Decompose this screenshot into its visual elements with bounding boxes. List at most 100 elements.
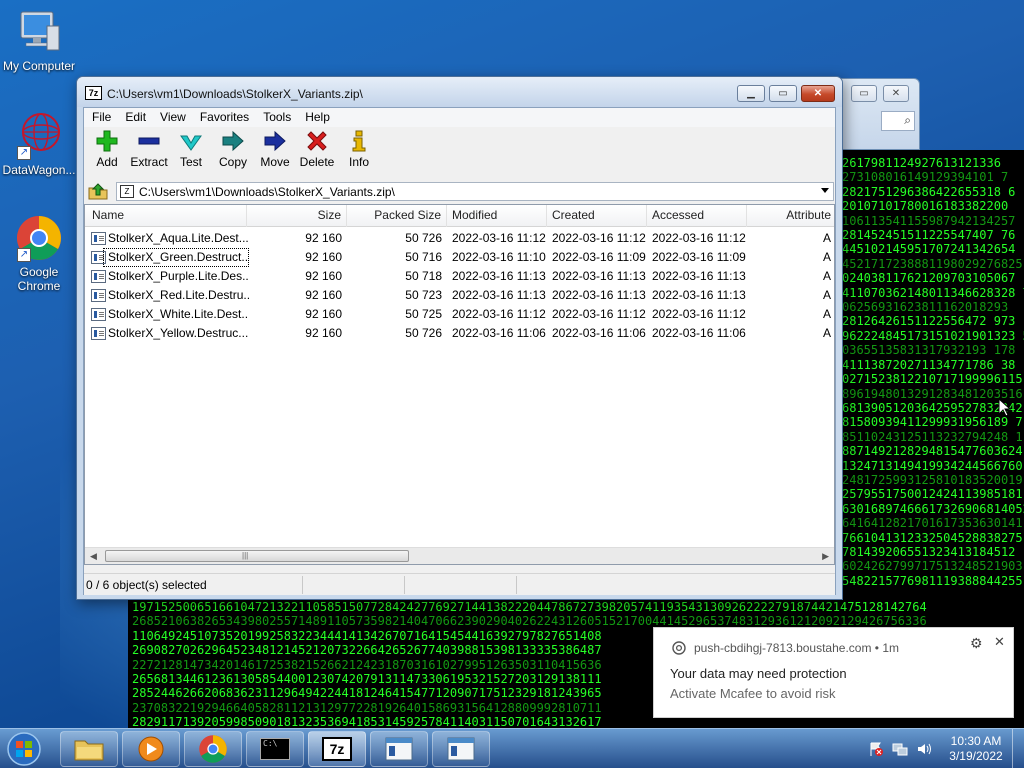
file-created: 2022-03-16 11:13 [552, 288, 646, 302]
info-button[interactable]: Info [338, 127, 380, 177]
col-accessed[interactable]: Accessed [647, 205, 747, 227]
window-title: C:\Users\vm1\Downloads\StolkerX_Variants… [107, 87, 363, 101]
matrix-line: 03655135831317932193 178 [842, 343, 1016, 358]
show-desktop-button[interactable] [1012, 729, 1024, 768]
gear-icon[interactable]: ⚙ [970, 635, 983, 652]
scroll-left-icon[interactable]: ◀ [90, 551, 97, 562]
notification-source: push-cbdihgj-7813.boustahe.com • 1m [694, 641, 899, 655]
start-button[interactable] [4, 731, 48, 767]
computer-icon [15, 8, 63, 56]
menu-view[interactable]: View [154, 108, 194, 127]
test-label: Test [179, 155, 202, 169]
extract-button[interactable]: Extract [128, 127, 170, 177]
close-icon[interactable]: ✕ [994, 634, 1005, 650]
status-divider [302, 576, 303, 594]
bg-restore-button[interactable]: ▭ [851, 85, 877, 102]
scroll-right-icon[interactable]: ▶ [822, 551, 829, 562]
file-accessed: 2022-03-16 11:13 [652, 269, 746, 283]
matrix-line: 63016897466617326906814052 [842, 501, 1024, 516]
close-button[interactable]: ✕ [801, 85, 835, 102]
table-row[interactable]: StolkerX_Yellow.Destruc... 92 160 50 726… [85, 324, 834, 343]
bg-close-button[interactable]: ✕ [883, 85, 909, 102]
menu-tools[interactable]: Tools [257, 108, 299, 127]
horizontal-scrollbar[interactable]: ◀ ||| ▶ [85, 547, 834, 564]
file-created: 2022-03-16 11:13 [552, 269, 646, 283]
address-path: C:\Users\vm1\Downloads\StolkerX_Variants… [139, 185, 395, 199]
matrix-line: 6416412821701617353630141 [842, 516, 1023, 531]
taskbar-explorer[interactable] [60, 731, 118, 767]
taskbar-cmd[interactable]: C:\ [246, 731, 304, 767]
matrix-line: 445102145951707241342654 [842, 242, 1016, 257]
extract-label: Extract [130, 155, 168, 169]
col-size[interactable]: Size [247, 205, 347, 227]
taskbar-media-player[interactable] [122, 731, 180, 767]
matrix-line: 411138720271134771786 38 [842, 357, 1016, 372]
col-modified[interactable]: Modified [447, 205, 547, 227]
x-icon [307, 131, 327, 151]
test-button[interactable]: Test [170, 127, 212, 177]
up-folder-button[interactable] [87, 181, 109, 201]
file-modified: 2022-03-16 11:10 [452, 250, 546, 264]
col-packed-size[interactable]: Packed Size [347, 205, 447, 227]
network-icon[interactable] [892, 741, 908, 757]
delete-button[interactable]: Delete [296, 127, 338, 177]
scroll-thumb[interactable]: ||| [105, 550, 409, 562]
table-row[interactable]: StolkerX_Green.Destruct... 92 160 50 716… [85, 248, 834, 267]
matrix-line: 20107101780016183382200 [842, 199, 1009, 214]
table-row[interactable]: StolkerX_Aqua.Lite.Dest... 92 160 50 726… [85, 229, 834, 248]
clock-date: 3/19/2022 [949, 749, 1003, 763]
matrix-line: 7661041312332504528838275 [842, 530, 1023, 545]
add-button[interactable]: Add [86, 127, 128, 177]
taskbar-window-b[interactable] [432, 731, 490, 767]
7zip-icon: 7z [322, 737, 352, 761]
taskbar-window-a[interactable] [370, 731, 428, 767]
maximize-button[interactable]: ▭ [769, 85, 797, 102]
file-modified: 2022-03-16 11:13 [452, 269, 546, 283]
menu-file[interactable]: File [86, 108, 119, 127]
desktop-icon-google-chrome[interactable]: ↗ Google Chrome [0, 214, 78, 293]
folder-icon [74, 740, 104, 761]
volume-icon[interactable] [916, 741, 932, 757]
clock[interactable]: 10:30 AM 3/19/2022 [946, 734, 1006, 764]
matrix-line: 1324713149419934244566760 [842, 458, 1023, 473]
table-row[interactable]: StolkerX_White.Lite.Dest... 92 160 50 72… [85, 305, 834, 324]
action-center-flag-icon[interactable] [868, 741, 884, 757]
menu-edit[interactable]: Edit [119, 108, 154, 127]
taskbar-chrome[interactable] [184, 731, 242, 767]
matrix-line: 4521717238881198029276825 [842, 256, 1023, 271]
move-button[interactable]: Move [254, 127, 296, 177]
datawagon-globe-icon: ↗ [15, 112, 63, 160]
bg-search-box[interactable]: ⌕ [881, 111, 915, 131]
application-window-icon [447, 737, 475, 761]
file-attr: A [822, 307, 831, 321]
search-icon: ⌕ [904, 113, 911, 127]
matrix-line: 1971525006516610472132211058515077284242… [132, 600, 927, 614]
title-bar[interactable]: 7z C:\Users\vm1\Downloads\StolkerX_Varia… [77, 77, 842, 107]
col-created[interactable]: Created [547, 205, 647, 227]
desktop-icon-datawagon[interactable]: ↗ DataWagon... [0, 112, 78, 177]
table-row[interactable]: StolkerX_Red.Lite.Destru... 92 160 50 72… [85, 286, 834, 305]
plus-icon [96, 130, 118, 152]
matrix-line: 024038117621209703105067 [842, 271, 1016, 286]
chrome-icon [199, 735, 227, 763]
menu-favorites[interactable]: Favorites [194, 108, 257, 127]
menu-bar: File Edit View Favorites Tools Help [84, 108, 835, 127]
address-input[interactable]: Z C:\Users\vm1\Downloads\StolkerX_Varian… [116, 182, 834, 201]
matrix-line: 06256931623811162018293 [842, 300, 1009, 315]
desktop-icon-my-computer[interactable]: My Computer [0, 8, 78, 73]
matrix-line: 6024262799717513248521903 [842, 559, 1023, 574]
file-accessed: 2022-03-16 11:13 [652, 288, 746, 302]
selection-status: 0 / 6 object(s) selected [86, 578, 207, 592]
cmd-icon: C:\ [260, 738, 290, 760]
menu-help[interactable]: Help [299, 108, 338, 127]
copy-button[interactable]: Copy [212, 127, 254, 177]
push-notification[interactable]: push-cbdihgj-7813.boustahe.com • 1m ⚙ ✕ … [653, 627, 1014, 718]
chevron-down-icon[interactable] [821, 188, 829, 193]
col-attribute[interactable]: Attribute [747, 205, 834, 227]
toolbar: Add Extract Test Copy Move Delete Info [84, 127, 835, 177]
file-created: 2022-03-16 11:12 [552, 307, 646, 321]
taskbar-7zip[interactable]: 7z [308, 731, 366, 767]
table-row[interactable]: StolkerX_Purple.Lite.Des... 92 160 50 71… [85, 267, 834, 286]
minimize-button[interactable]: ▁ [737, 85, 765, 102]
col-name[interactable]: Name [85, 205, 247, 227]
